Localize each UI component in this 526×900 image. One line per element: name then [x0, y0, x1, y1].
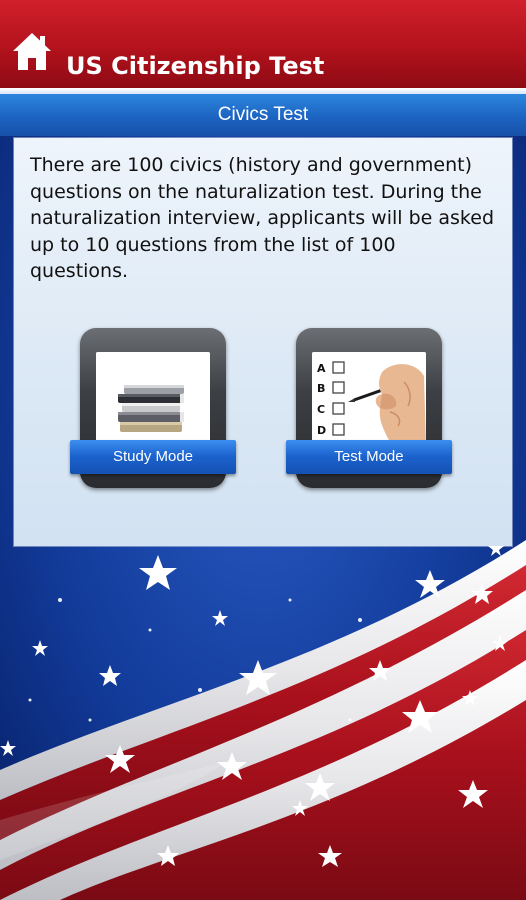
checklist-icon: A B C D: [312, 352, 426, 446]
books-icon: [96, 352, 210, 446]
test-mode-label: Test Mode: [286, 440, 452, 474]
checklist-letter: A: [317, 362, 326, 375]
home-icon[interactable]: [10, 30, 54, 74]
checklist-letter: D: [317, 424, 326, 437]
test-mode-button[interactable]: A B C D Test Mode: [286, 328, 452, 488]
checklist-letter: C: [317, 403, 325, 416]
app-header: US Citizenship Test: [0, 0, 526, 88]
study-mode-label: Study Mode: [70, 440, 236, 474]
study-mode-button[interactable]: Study Mode: [70, 328, 236, 488]
app-title: US Citizenship Test: [66, 52, 325, 80]
description-text: There are 100 civics (history and govern…: [30, 154, 495, 282]
checklist-letter: B: [317, 382, 325, 395]
content-panel: There are 100 civics (history and govern…: [14, 138, 512, 546]
section-title: Civics Test: [0, 94, 526, 136]
